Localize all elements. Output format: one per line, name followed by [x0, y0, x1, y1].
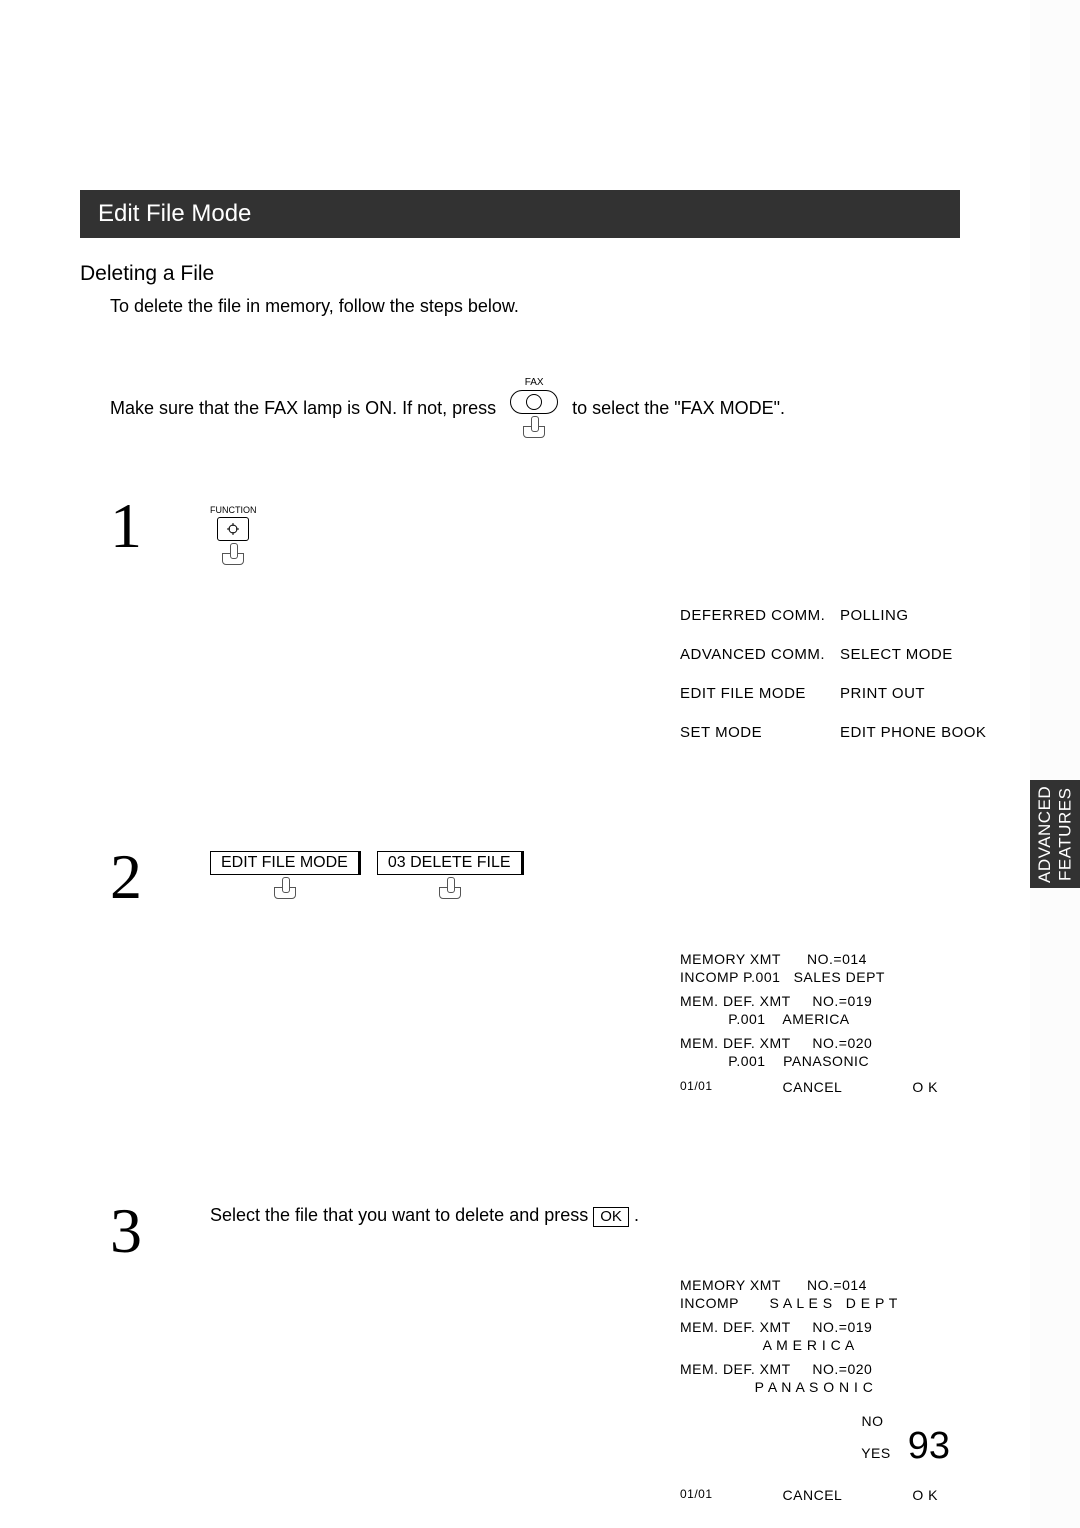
title-bar: Edit File Mode [80, 190, 960, 238]
list-row: MEM. DEF. XMT NO.=019 [680, 1319, 960, 1335]
step3-text-a: Select the file that you want to delete … [210, 1205, 593, 1225]
instr-part-b: to select the "FAX MODE". [572, 398, 785, 419]
step-1: 1 FUNCTION DEFERRED COMM. POLLING ADV [110, 500, 960, 741]
page-number: 93 [908, 1425, 950, 1468]
menu-item: ADVANCED COMM. [680, 646, 840, 663]
list-row: INCOMP P.001 SALES DEPT [680, 969, 960, 985]
display-file-list-2: MEMORY XMT NO.=014 INCOMP S A L E S D E … [680, 1277, 960, 1503]
press-icon [517, 416, 551, 440]
ok-label: O K [912, 1487, 938, 1503]
list-row: MEMORY XMT NO.=014 [680, 951, 960, 967]
function-button-graphic: FUNCTION [210, 505, 257, 567]
key-label: 03 DELETE FILE [377, 851, 524, 875]
step3-instruction: Select the file that you want to delete … [210, 1205, 960, 1227]
ok-label: O K [912, 1079, 938, 1095]
function-label: FUNCTION [210, 505, 257, 515]
menu-item: EDIT PHONE BOOK [840, 724, 1000, 741]
display-file-list-1: MEMORY XMT NO.=014 INCOMP P.001 SALES DE… [680, 951, 960, 1095]
cancel-label: CANCEL [783, 1079, 843, 1095]
menu-item: DEFERRED COMM. [680, 607, 840, 624]
menu-item: EDIT FILE MODE [680, 685, 840, 702]
list-row: P.001 PANASONIC [680, 1053, 960, 1069]
menu-item: SELECT MODE [840, 646, 1000, 663]
list-row: P.001 AMERICA [680, 1011, 960, 1027]
instr-part-a: Make sure that the FAX lamp is ON. If no… [110, 398, 496, 419]
fax-key-icon [510, 390, 558, 414]
list-row: MEM. DEF. XMT NO.=020 [680, 1361, 960, 1377]
list-row: MEM. DEF. XMT NO.=019 [680, 993, 960, 1009]
list-row: P A N A S O N I C [680, 1379, 960, 1395]
list-row: MEM. DEF. XMT NO.=020 [680, 1035, 960, 1051]
edit-file-mode-key: EDIT FILE MODE [210, 851, 361, 901]
key-label: EDIT FILE MODE [210, 851, 361, 875]
step-3: 3 Select the file that you want to delet… [110, 1205, 960, 1503]
step-2: 2 EDIT FILE MODE 03 DELETE FILE MEMO [110, 851, 960, 1095]
menu-item: POLLING [840, 607, 1000, 624]
press-icon [433, 877, 467, 901]
section-heading: Deleting a File [80, 262, 960, 286]
list-row: A M E R I C A [680, 1337, 960, 1353]
page-indicator: 01/01 [680, 1079, 713, 1095]
yes-label: YES [861, 1445, 891, 1461]
no-label: NO [861, 1413, 883, 1429]
intro-text: To delete the file in memory, follow the… [110, 296, 960, 317]
steps: 1 FUNCTION DEFERRED COMM. POLLING ADV [110, 500, 960, 1503]
menu-item: SET MODE [680, 724, 840, 741]
cancel-label: CANCEL [783, 1487, 843, 1503]
step-number: 2 [110, 851, 150, 902]
fax-instruction: Make sure that the FAX lamp is ON. If no… [110, 377, 960, 440]
content-area: Edit File Mode Deleting a File To delete… [80, 0, 1080, 1528]
step-number: 3 [110, 1205, 150, 1256]
page-indicator: 01/01 [680, 1487, 713, 1503]
display-menu: DEFERRED COMM. POLLING ADVANCED COMM. SE… [680, 607, 1000, 741]
press-icon [216, 543, 250, 567]
fax-button-graphic: FAX [510, 377, 558, 440]
list-row: MEMORY XMT NO.=014 [680, 1277, 960, 1293]
manual-page: ADVANCED FEATURES Edit File Mode Deletin… [0, 0, 1080, 1528]
ok-key-graphic: OK [593, 1207, 629, 1227]
function-key-icon [217, 517, 249, 541]
step3-text-b: . [629, 1205, 639, 1225]
delete-file-key: 03 DELETE FILE [377, 851, 524, 901]
press-icon [268, 877, 302, 901]
fax-label: FAX [525, 377, 544, 388]
step-number: 1 [110, 500, 150, 551]
list-row: INCOMP S A L E S D E P T [680, 1295, 960, 1311]
menu-item: PRINT OUT [840, 685, 1000, 702]
